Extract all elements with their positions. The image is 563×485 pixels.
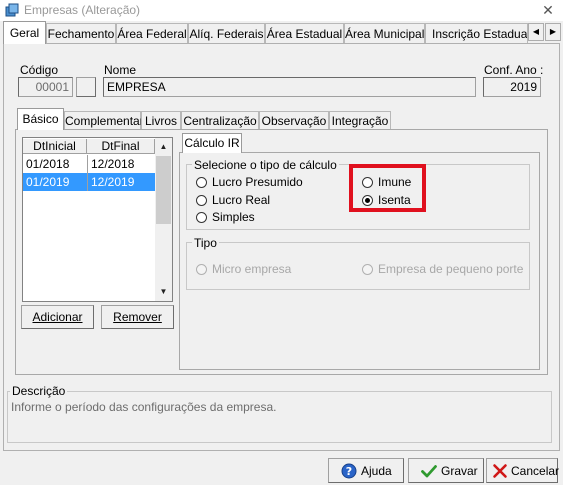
scroll-left-icon[interactable]: ◀ [528, 23, 544, 41]
descricao-text: Informe o período das configurações da e… [11, 400, 277, 414]
svg-text:?: ? [346, 465, 352, 478]
tab-geral[interactable]: Geral [3, 21, 46, 44]
tipo-title: Tipo [192, 236, 219, 250]
conf-ano-field[interactable]: 2019 [483, 77, 541, 97]
cancel-label: Cancelar [511, 464, 560, 478]
table-row-selected[interactable]: 01/2019 12/2019 [23, 173, 155, 191]
tab-observacao[interactable]: Observação [259, 111, 329, 129]
lucro-real-label: Lucro Real [212, 193, 271, 207]
tab-scroller: ◀ ▶ [528, 23, 561, 41]
scroll-up-icon[interactable]: ▲ [155, 138, 172, 155]
codigo-label: Código [20, 63, 59, 77]
tab-fechamento[interactable]: Fechamento [46, 23, 116, 43]
cell-end: 12/2019 [87, 173, 155, 191]
empresa-pequeno-porte-label: Empresa de pequeno porte [378, 262, 524, 276]
column-header-dtinicial[interactable]: DtInicial [23, 139, 87, 154]
codigo-lookup-button[interactable] [76, 77, 96, 97]
save-label: Gravar [441, 464, 478, 478]
add-button[interactable]: Adicionar [21, 305, 94, 329]
table-row[interactable]: 01/2018 12/2018 [23, 155, 155, 173]
tab-area-federal[interactable]: Área Federal [116, 23, 188, 43]
tab-calculo-ir[interactable]: Cálculo IR [182, 133, 242, 153]
radio-simples[interactable] [196, 212, 207, 223]
save-button[interactable]: Gravar [408, 458, 484, 483]
scrollbar-thumb[interactable] [156, 156, 171, 224]
radio-micro-empresa[interactable] [196, 264, 207, 275]
tab-inscricao-estadual[interactable]: Inscrição Estadual S [425, 23, 528, 43]
nome-label: Nome [104, 63, 137, 77]
column-header-dtfinal[interactable]: DtFinal [87, 139, 155, 154]
lucro-presumido-label: Lucro Presumido [212, 175, 303, 189]
cell-end: 12/2018 [87, 155, 155, 173]
scroll-down-icon[interactable]: ▼ [155, 283, 172, 300]
descricao-group [7, 391, 552, 443]
descricao-title: Descrição [10, 384, 68, 398]
remove-button[interactable]: Remover [101, 305, 174, 329]
app-icon [5, 3, 19, 17]
help-icon: ? [341, 463, 357, 479]
tab-basico[interactable]: Básico [17, 108, 64, 130]
nome-field[interactable]: EMPRESA [103, 77, 476, 97]
checkmark-icon [421, 463, 437, 479]
remove-label: Remover [113, 310, 162, 324]
radio-lucro-real[interactable] [196, 195, 207, 206]
codigo-field[interactable]: 00001 [18, 77, 73, 97]
help-label: Ajuda [361, 464, 392, 478]
simples-label: Simples [212, 210, 255, 224]
cell-start: 01/2018 [26, 157, 70, 171]
tab-livros[interactable]: Livros [141, 111, 181, 129]
micro-empresa-label: Micro empresa [212, 262, 292, 276]
radio-empresa-pequeno-porte[interactable] [362, 264, 373, 275]
close-icon[interactable]: ✕ [538, 1, 558, 20]
add-label: Adicionar [32, 310, 83, 324]
tab-area-estadual[interactable]: Área Estadual [265, 23, 344, 43]
list-scrollbar[interactable]: ▲ ▼ [155, 138, 172, 301]
tab-integracao[interactable]: Integração [329, 111, 391, 129]
close-x-icon [492, 463, 508, 479]
scroll-right-icon[interactable]: ▶ [545, 23, 561, 41]
highlight-box [349, 164, 426, 212]
help-button[interactable]: ? Ajuda [328, 458, 404, 483]
conf-ano-label: Conf. Ano : [484, 63, 544, 77]
radio-lucro-presumido[interactable] [196, 177, 207, 188]
tipo-calculo-title: Selecione o tipo de cálculo [192, 158, 339, 172]
cancel-button[interactable]: Cancelar [486, 458, 560, 483]
window-title: Empresas (Alteração) [24, 3, 141, 17]
tab-complementar[interactable]: Complementar [64, 111, 144, 129]
cell-start: 01/2019 [26, 175, 70, 189]
tab-centralizacao[interactable]: Centralização [181, 111, 259, 129]
tab-aliq-federais[interactable]: Alíq. Federais [188, 23, 265, 43]
tab-area-municipal[interactable]: Área Municipal [344, 23, 425, 43]
